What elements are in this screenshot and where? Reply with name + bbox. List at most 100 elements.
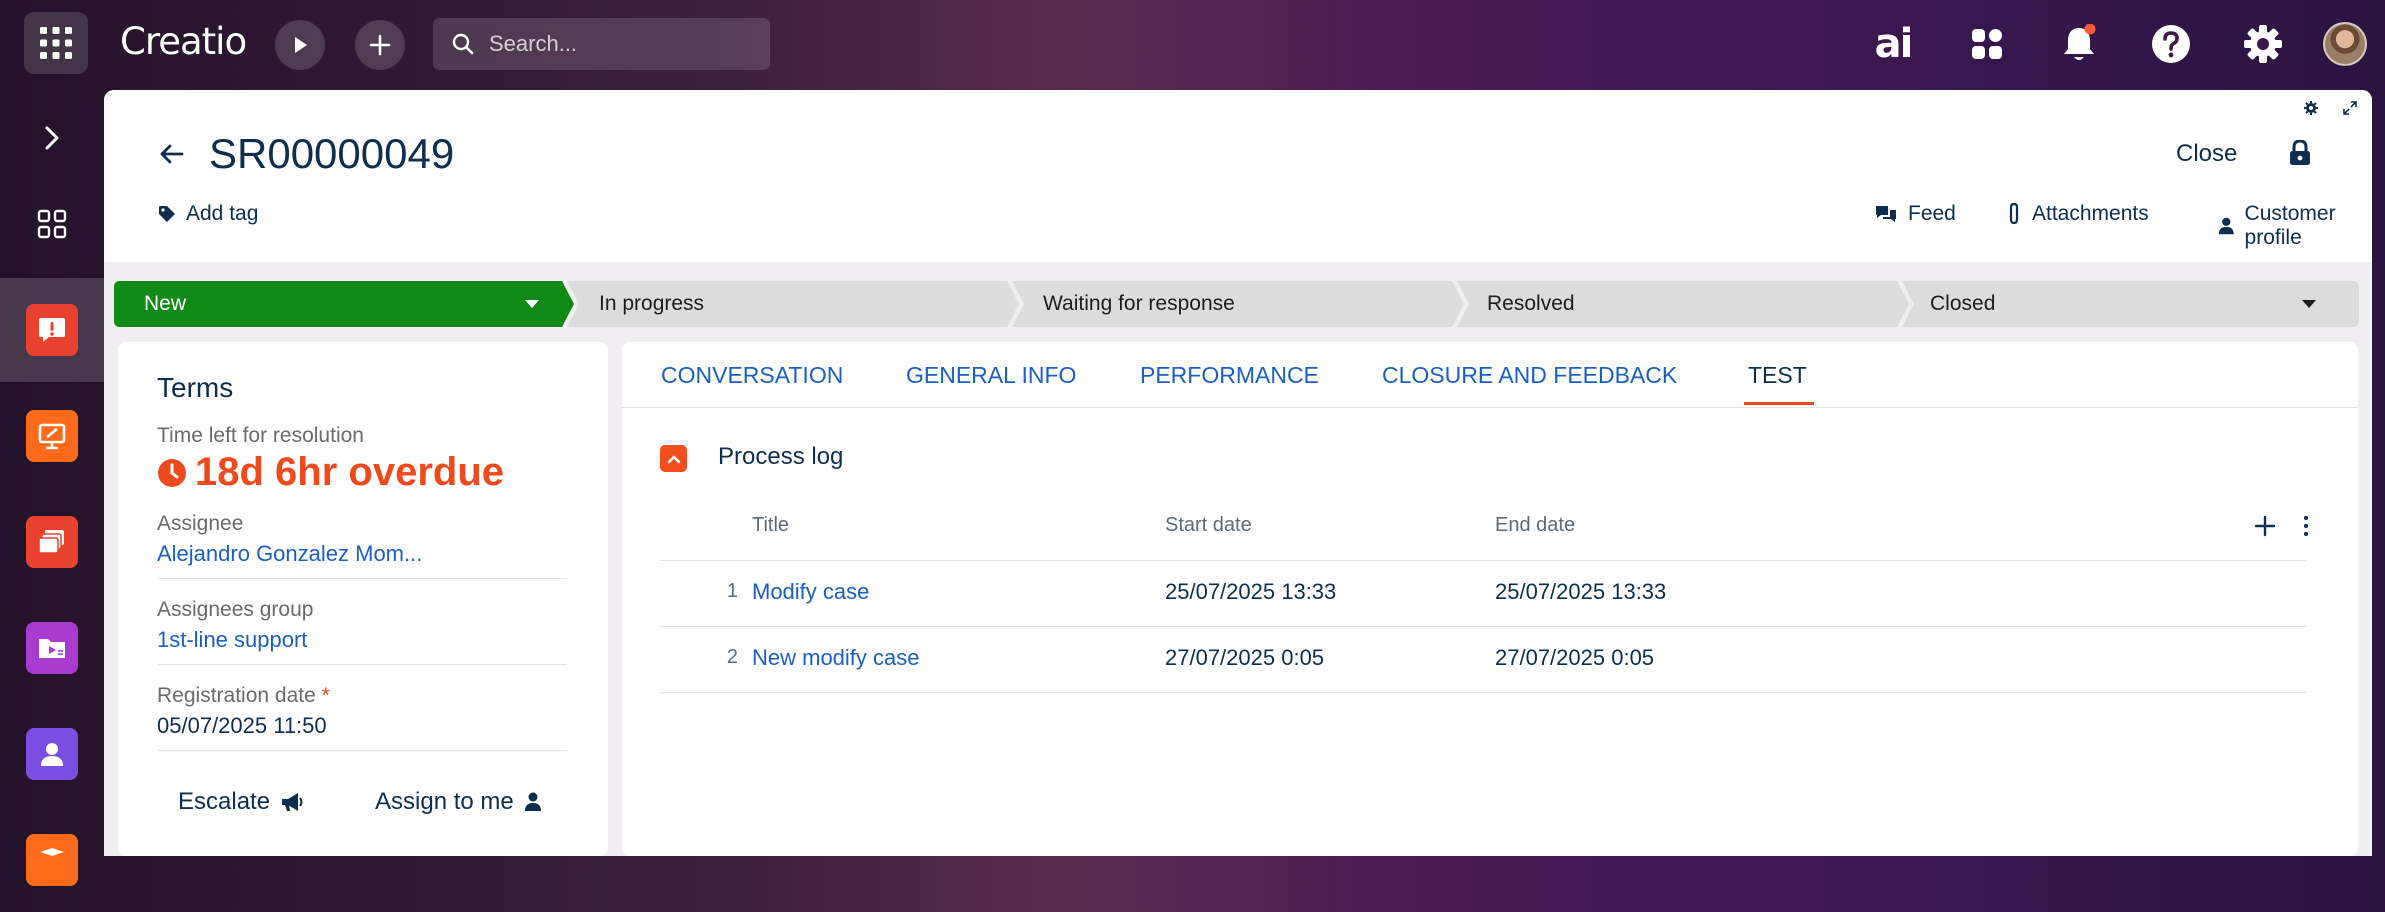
row-title-link[interactable]: Modify case: [752, 579, 869, 605]
table-divider: [660, 626, 2306, 627]
person-icon: [41, 743, 63, 766]
stage-in-progress[interactable]: In progress: [599, 281, 704, 327]
plus-icon: [369, 34, 391, 56]
stage-bar: [114, 281, 2359, 327]
chevron-down-icon[interactable]: [525, 300, 539, 308]
escalate-label: Escalate: [178, 788, 271, 815]
column-header-end-date[interactable]: End date: [1495, 514, 1575, 537]
search-input[interactable]: [487, 30, 751, 58]
customer-profile-button[interactable]: Customer profile: [2218, 202, 2372, 250]
lock-button[interactable]: [2289, 139, 2311, 171]
sidebar-item-other[interactable]: [0, 808, 104, 912]
app-launcher-button[interactable]: [24, 12, 88, 74]
row-end-date: 25/07/2025 13:33: [1495, 579, 1667, 604]
user-avatar[interactable]: [2323, 22, 2367, 66]
tab-general-info[interactable]: GENERAL INFO: [906, 362, 1076, 389]
stage-resolved[interactable]: Resolved: [1487, 281, 1575, 327]
registration-date-value[interactable]: 05/07/2025 11:50: [157, 713, 327, 739]
alert-icon: [39, 318, 65, 342]
feed-label: Feed: [1908, 202, 1956, 225]
attachments-button[interactable]: Attachments: [2006, 202, 2149, 226]
collapse-section-button[interactable]: [660, 445, 687, 472]
gear-icon: [2244, 25, 2282, 63]
cards-icon: [38, 530, 64, 554]
paperclip-icon: [2009, 202, 2019, 225]
sidebar-item-apps[interactable]: [0, 172, 104, 276]
column-header-title[interactable]: Title: [752, 514, 789, 537]
add-row-icon[interactable]: [2254, 515, 2276, 537]
tabs-card: CONVERSATION GENERAL INFO PERFORMANCE CL…: [622, 342, 2358, 856]
presentation-icon: [38, 423, 66, 450]
ai-button[interactable]: ai: [1869, 20, 1917, 68]
chevron-right-icon: [45, 126, 59, 150]
play-icon: [295, 37, 307, 53]
add-tag-button[interactable]: Add tag: [158, 202, 258, 226]
more-options-icon[interactable]: [2302, 515, 2310, 537]
grid-icon: [37, 209, 67, 239]
table-divider: [660, 560, 2306, 561]
process-log-title: Process log: [718, 443, 844, 470]
sidebar-item-contacts[interactable]: [0, 702, 104, 806]
tag-icon: [159, 206, 175, 222]
divider: [157, 750, 567, 751]
arrow-left-icon: [160, 144, 184, 164]
app-hub-button[interactable]: [1963, 20, 2011, 68]
overdue-text: 18d 6hr overdue: [195, 450, 505, 494]
folder-icon: [39, 639, 65, 658]
sidebar-item-folder[interactable]: [0, 596, 104, 700]
row-number: 1: [726, 580, 738, 602]
tab-performance[interactable]: PERFORMANCE: [1140, 362, 1319, 389]
notifications-button[interactable]: [2055, 20, 2103, 68]
tab-closure-and-feedback[interactable]: CLOSURE AND FEEDBACK: [1382, 362, 1677, 389]
grid-dots-icon: [40, 27, 72, 59]
tab-conversation[interactable]: CONVERSATION: [661, 362, 843, 389]
bell-icon: [2064, 24, 2096, 60]
settings-button[interactable]: [2239, 20, 2287, 68]
sidebar-item-cards[interactable]: [0, 490, 104, 594]
lock-icon: [2290, 139, 2310, 165]
column-header-start-date[interactable]: Start date: [1165, 514, 1252, 537]
row-end-date: 27/07/2025 0:05: [1495, 645, 1655, 670]
settings-small-icon[interactable]: [2303, 100, 2319, 116]
close-button[interactable]: Close: [2176, 140, 2237, 168]
help-button[interactable]: [2147, 20, 2195, 68]
megaphone-icon: [282, 793, 303, 811]
sidebar-tile-contacts: [26, 728, 78, 780]
row-start-date: 27/07/2025 0:05: [1165, 645, 1325, 670]
global-search[interactable]: [433, 18, 770, 70]
terms-card: Terms Time left for resolution 18d 6hr o…: [118, 342, 608, 856]
table-divider: [660, 692, 2306, 693]
person-icon: [2218, 217, 2234, 235]
run-process-button[interactable]: [275, 20, 325, 70]
create-button[interactable]: [355, 20, 405, 70]
back-button[interactable]: [152, 134, 192, 174]
assignees-group-link[interactable]: 1st-line support: [157, 627, 307, 653]
sidebar-item-presentation[interactable]: [0, 384, 104, 488]
add-tag-label: Add tag: [186, 202, 259, 225]
tab-test[interactable]: TEST: [1748, 362, 1807, 389]
time-left-label: Time left for resolution: [157, 424, 364, 447]
escalate-button[interactable]: Escalate: [178, 788, 304, 816]
terms-title: Terms: [157, 372, 234, 403]
expand-icon[interactable]: [2342, 100, 2358, 116]
sidebar-tile-cases: [26, 304, 78, 356]
assign-to-me-label: Assign to me: [375, 788, 514, 815]
ai-label: ai: [1874, 21, 1914, 67]
box-icon: [40, 848, 64, 856]
row-title-link[interactable]: New modify case: [752, 645, 920, 671]
left-sidebar: [0, 86, 104, 886]
chevron-up-icon: [667, 455, 680, 463]
sidebar-item-cases[interactable]: [0, 278, 104, 382]
required-marker: *: [321, 684, 330, 707]
stage-closed[interactable]: Closed: [1930, 281, 1995, 327]
stage-new[interactable]: New: [144, 281, 186, 327]
assignee-link[interactable]: Alejandro Gonzalez Mom...: [157, 541, 422, 567]
sidebar-tile-cards: [26, 516, 78, 568]
feed-button[interactable]: Feed: [1874, 202, 1956, 226]
stage-waiting-for-response[interactable]: Waiting for response: [1043, 281, 1235, 327]
help-icon: [2152, 25, 2190, 63]
time-left-value: 18d 6hr overdue: [157, 450, 504, 495]
creatio-logo[interactable]: Creatio: [120, 20, 247, 63]
assign-to-me-button[interactable]: Assign to me: [375, 788, 542, 816]
chevron-down-icon[interactable]: [2302, 300, 2316, 308]
